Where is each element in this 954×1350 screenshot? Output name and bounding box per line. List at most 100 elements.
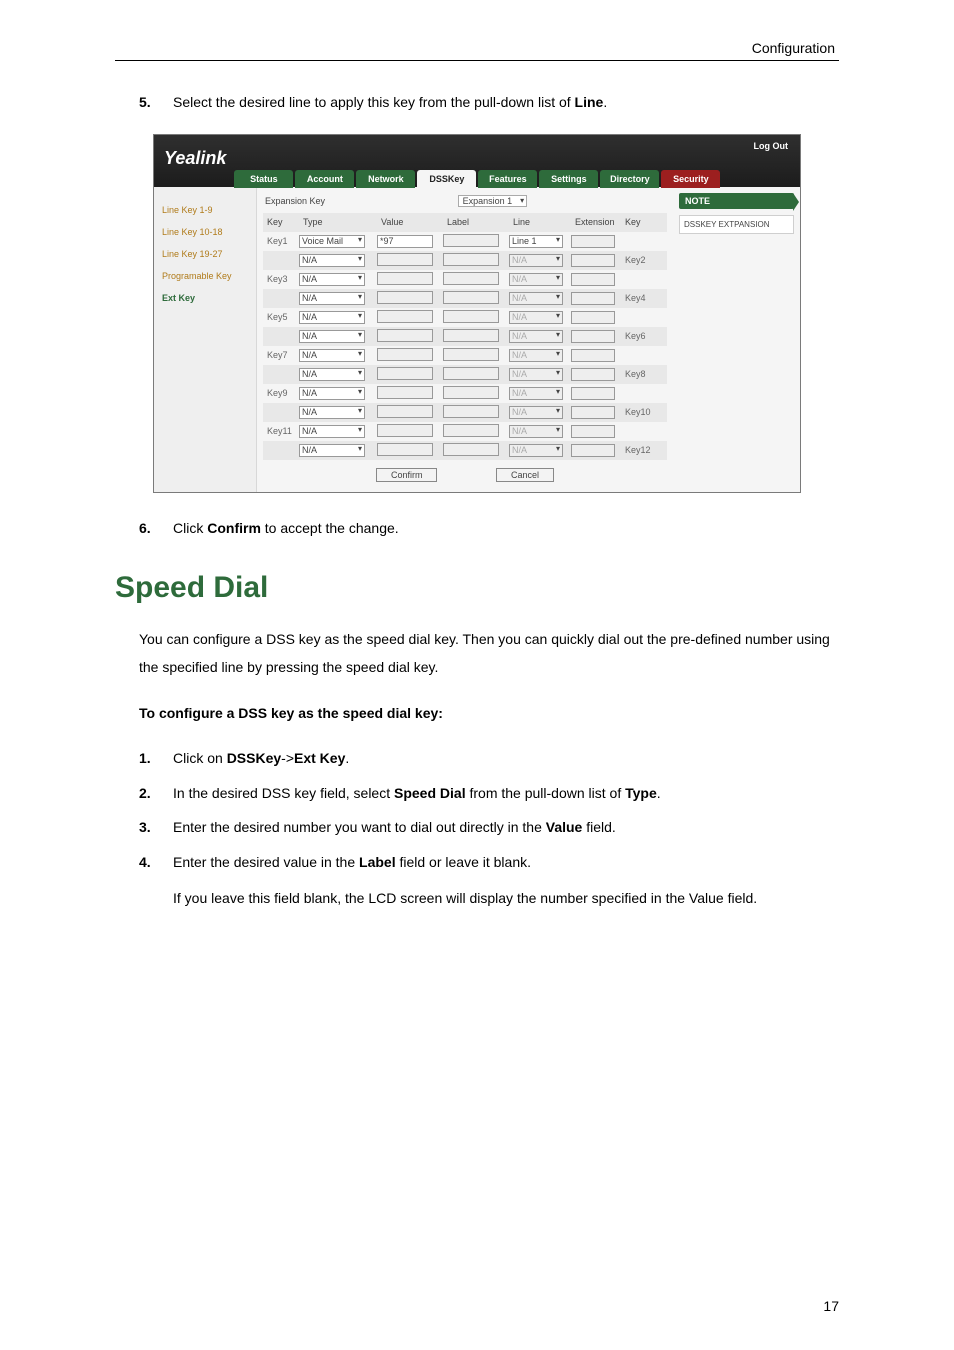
tab-settings[interactable]: Settings [539,170,598,188]
label-input[interactable] [443,405,499,418]
value-input[interactable] [377,424,433,437]
type-select[interactable]: N/A [299,406,365,419]
tab-account[interactable]: Account [295,170,354,188]
sidenav-item[interactable]: Programable Key [154,265,256,287]
value-input[interactable]: *97 [377,235,433,248]
confirm-button[interactable]: Confirm [376,468,438,482]
bold-text: Value [546,819,583,835]
label-input[interactable] [443,424,499,437]
step-6: 6. Click Confirm to accept the change. [115,515,839,542]
label-input[interactable] [443,443,499,456]
extension-input[interactable] [571,368,615,381]
label-input[interactable] [443,272,499,285]
line-select[interactable]: N/A [509,273,563,286]
value-input[interactable] [377,272,433,285]
note-header: NOTE [679,193,794,209]
extension-input[interactable] [571,273,615,286]
extension-input[interactable] [571,311,615,324]
value-input[interactable] [377,253,433,266]
text: -> [281,750,294,766]
page-section: Configuration [115,40,839,56]
label-input[interactable] [443,386,499,399]
value-input[interactable] [377,291,433,304]
line-select[interactable]: N/A [509,444,563,457]
extension-input[interactable] [571,292,615,305]
label-input[interactable] [443,291,499,304]
key2-cell: Key4 [621,293,657,303]
value-input[interactable] [377,310,433,323]
tab-features[interactable]: Features [478,170,537,188]
key2-cell: Key10 [621,407,657,417]
type-select[interactable]: N/A [299,425,365,438]
value-input[interactable] [377,367,433,380]
line-select[interactable]: N/A [509,254,563,267]
label-input[interactable] [443,329,499,342]
logout-link[interactable]: Log Out [754,141,789,151]
button-row: Confirm Cancel [263,460,667,482]
step-number: 5. [115,94,169,110]
extension-input[interactable] [571,330,615,343]
line-select[interactable]: N/A [509,425,563,438]
value-input[interactable] [377,348,433,361]
line-select[interactable]: N/A [509,387,563,400]
type-select[interactable]: N/A [299,292,365,305]
label-input[interactable] [443,234,499,247]
tab-directory[interactable]: Directory [600,170,659,188]
line-select[interactable]: N/A [509,349,563,362]
tab-network[interactable]: Network [356,170,415,188]
type-select[interactable]: N/A [299,330,365,343]
tab-security[interactable]: Security [661,170,720,188]
col-line: Line [509,217,571,227]
type-select[interactable]: Voice Mail [299,235,365,248]
extension-input[interactable] [571,349,615,362]
step-4-note: If you leave this field blank, the LCD s… [115,884,839,912]
line-select[interactable]: N/A [509,330,563,343]
col-type: Type [299,217,377,227]
bold-text: Line [575,94,604,110]
sidenav-item[interactable]: Line Key 1-9 [154,199,256,221]
step-number: 3. [115,819,169,835]
type-select[interactable]: N/A [299,311,365,324]
value-input[interactable] [377,405,433,418]
line-select[interactable]: Line 1 [509,235,563,248]
sidenav-item[interactable]: Line Key 19-27 [154,243,256,265]
line-select[interactable]: N/A [509,311,563,324]
screenshot: Yealink Log Out Status Account Network D… [153,134,801,493]
key-cell: Key9 [263,388,299,398]
key2-cell: Key2 [621,255,657,265]
cancel-button[interactable]: Cancel [496,468,554,482]
extension-input[interactable] [571,425,615,438]
value-input[interactable] [377,443,433,456]
type-select[interactable]: N/A [299,368,365,381]
text: . [657,785,661,801]
type-select[interactable]: N/A [299,444,365,457]
heading-speed-dial: Speed Dial [115,571,839,605]
label-input[interactable] [443,367,499,380]
label-input[interactable] [443,253,499,266]
expansion-select[interactable]: Expansion 1 [458,195,528,207]
value-input[interactable] [377,386,433,399]
step-1: 1. Click on DSSKey->Ext Key. [115,745,839,772]
extension-input[interactable] [571,387,615,400]
tab-dsskey[interactable]: DSSKey [417,170,476,188]
extension-input[interactable] [571,444,615,457]
tab-status[interactable]: Status [234,170,293,188]
label-input[interactable] [443,310,499,323]
extension-input[interactable] [571,235,615,248]
sidenav-item-selected[interactable]: Ext Key [154,287,256,309]
extension-input[interactable] [571,254,615,267]
line-select[interactable]: N/A [509,406,563,419]
sidenav-item[interactable]: Line Key 10-18 [154,221,256,243]
type-select[interactable]: N/A [299,349,365,362]
type-select[interactable]: N/A [299,387,365,400]
line-select[interactable]: N/A [509,368,563,381]
type-select[interactable]: N/A [299,273,365,286]
line-select[interactable]: N/A [509,292,563,305]
extension-input[interactable] [571,406,615,419]
value-input[interactable] [377,329,433,342]
label-input[interactable] [443,348,499,361]
text: Expansion Key [265,196,325,206]
key-cell: Key11 [263,426,299,436]
table-row: N/AN/AKey8 [263,365,667,384]
type-select[interactable]: N/A [299,254,365,267]
